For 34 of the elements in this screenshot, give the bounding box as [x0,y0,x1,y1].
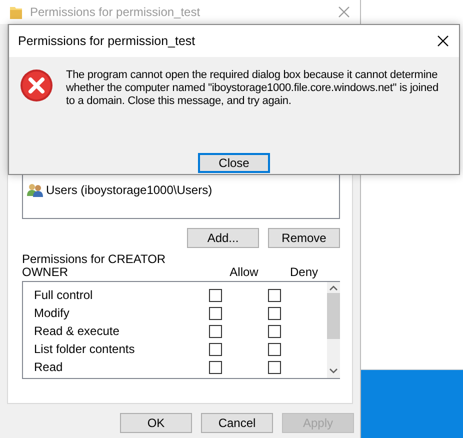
folder-icon [10,5,22,19]
checkbox[interactable] [268,324,281,338]
cancel-button[interactable]: Cancel [201,413,273,433]
users-icon [27,182,43,196]
close-icon[interactable] [437,35,449,47]
checkbox[interactable] [268,342,281,356]
permission-name: Read [33,360,64,374]
error-message: The program cannot open the required dialog box because it cannot determine whether the computer named "iboystorage1000.file.core.windows.net" is joined to a domain. Close this message, and try again. [66,69,440,109]
checkbox[interactable] [209,306,222,320]
checkbox[interactable] [209,324,222,338]
checkbox[interactable] [209,342,222,356]
scrollbar[interactable] [327,282,340,378]
dialog-title: Permissions for permission_test [18,34,196,48]
checkbox[interactable] [268,306,281,320]
permission-name: Modify [33,306,70,320]
permission-name: List folder contents [33,342,136,356]
permission-name: Read & execute [33,324,120,338]
remove-button[interactable]: Remove [268,228,340,248]
checkbox[interactable] [209,288,222,302]
close-button[interactable]: Close [198,153,270,173]
add-button[interactable]: Add... [187,228,259,248]
checkbox[interactable] [209,360,222,374]
error-icon [20,69,53,102]
checkbox[interactable] [268,288,281,302]
column-header: Deny [288,266,319,279]
column-header: Allow [228,266,260,279]
window-title: Permissions for permission_test [30,5,202,19]
permissions-label: Permissions for CREATOR OWNER [22,253,167,279]
checkbox[interactable] [268,360,281,374]
scroll-down-icon[interactable] [329,368,338,374]
permission-name: Full control [33,288,94,302]
ok-button[interactable]: OK [120,413,192,433]
group-item[interactable]: Users (iboystorage1000\Users) [46,182,212,196]
scroll-up-icon[interactable] [329,285,338,291]
